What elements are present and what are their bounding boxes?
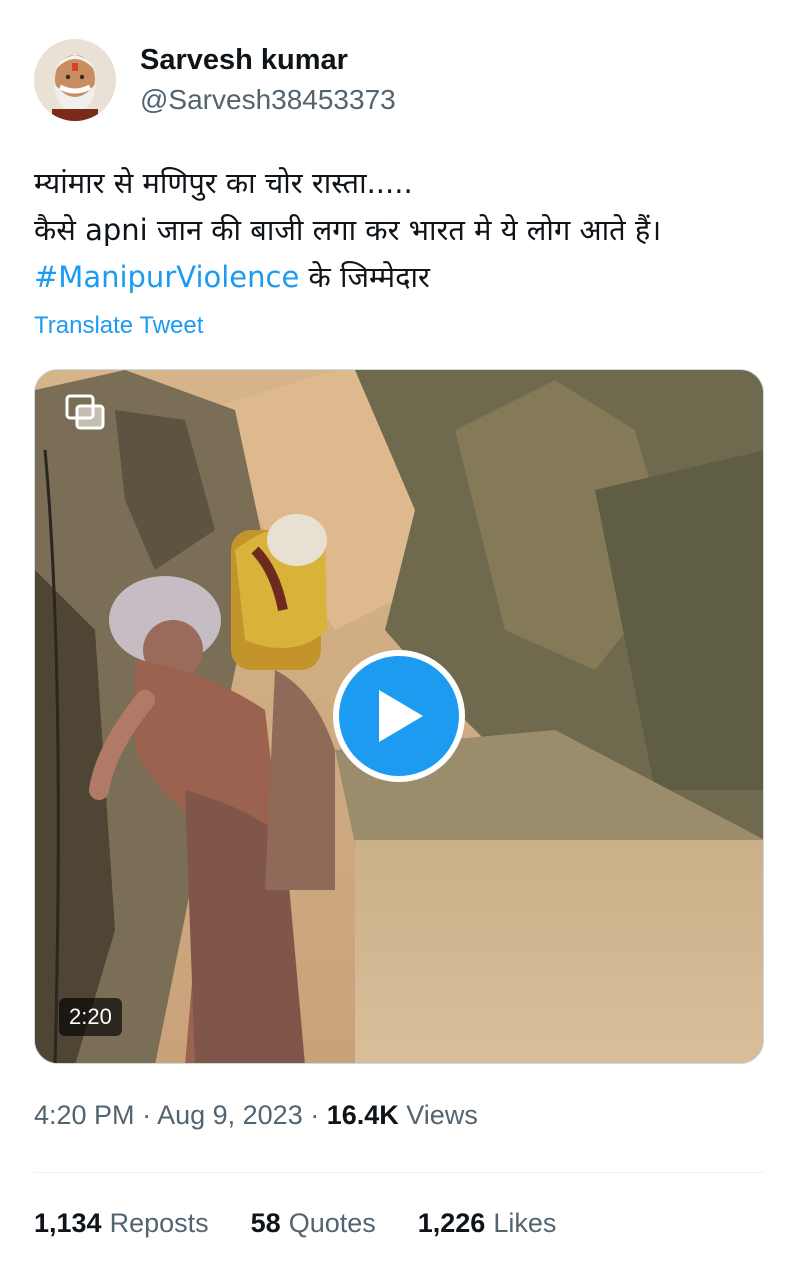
reposts-count: 1,134 — [34, 1208, 102, 1238]
quotes-stat[interactable]: 58 Quotes — [251, 1208, 376, 1239]
reposts-stat[interactable]: 1,134 Reposts — [34, 1208, 209, 1239]
views-label: Views — [398, 1100, 478, 1130]
tweet-line-2: कैसे apni जान की बाजी लगा कर भारत मे ये … — [34, 213, 662, 247]
tweet-line-3: #ManipurViolence के जिम्मेदार — [34, 254, 774, 301]
quotes-label: Quotes — [288, 1208, 376, 1238]
play-button[interactable] — [333, 650, 465, 782]
meta-separator: · — [302, 1100, 327, 1130]
tweet-date[interactable]: Aug 9, 2023 — [157, 1100, 303, 1130]
hashtag-suffix: के जिम्मेदार — [299, 260, 430, 294]
likes-count: 1,226 — [417, 1208, 486, 1238]
likes-label: Likes — [493, 1208, 557, 1238]
quotes-count: 58 — [250, 1208, 281, 1238]
tweet-header: Sarvesh kumar @Sarvesh38453373 — [34, 38, 396, 122]
tweet-metadata: 4:20 PM · Aug 9, 2023 · 16.4K Views — [34, 1100, 478, 1131]
tweet-text: म्यांमार से मणिपुर का चोर रास्ता..... कै… — [34, 160, 774, 301]
hashtag-link[interactable]: #ManipurViolence — [34, 260, 299, 294]
author-handle[interactable]: @Sarvesh38453373 — [140, 83, 396, 117]
author-block: Sarvesh kumar @Sarvesh38453373 — [140, 43, 396, 117]
play-icon — [379, 690, 423, 742]
likes-stat[interactable]: 1,226 Likes — [418, 1208, 557, 1239]
translate-tweet-link[interactable]: Translate Tweet — [34, 312, 203, 340]
tweet-line-1: म्यांमार से मणिपुर का चोर रास्ता..... — [34, 166, 413, 200]
views-count: 16.4K — [326, 1100, 399, 1130]
avatar[interactable] — [34, 39, 116, 121]
video-player[interactable]: 2:20 — [34, 369, 764, 1064]
gif-icon — [65, 394, 105, 430]
tweet-time[interactable]: 4:20 PM — [34, 1100, 135, 1130]
reposts-label: Reposts — [109, 1208, 209, 1238]
engagement-stats: 1,134 Reposts 58 Quotes 1,226 Likes — [34, 1208, 598, 1239]
meta-separator: · — [134, 1100, 158, 1130]
video-duration: 2:20 — [59, 998, 122, 1036]
divider — [34, 1172, 764, 1173]
author-name[interactable]: Sarvesh kumar — [140, 43, 396, 77]
